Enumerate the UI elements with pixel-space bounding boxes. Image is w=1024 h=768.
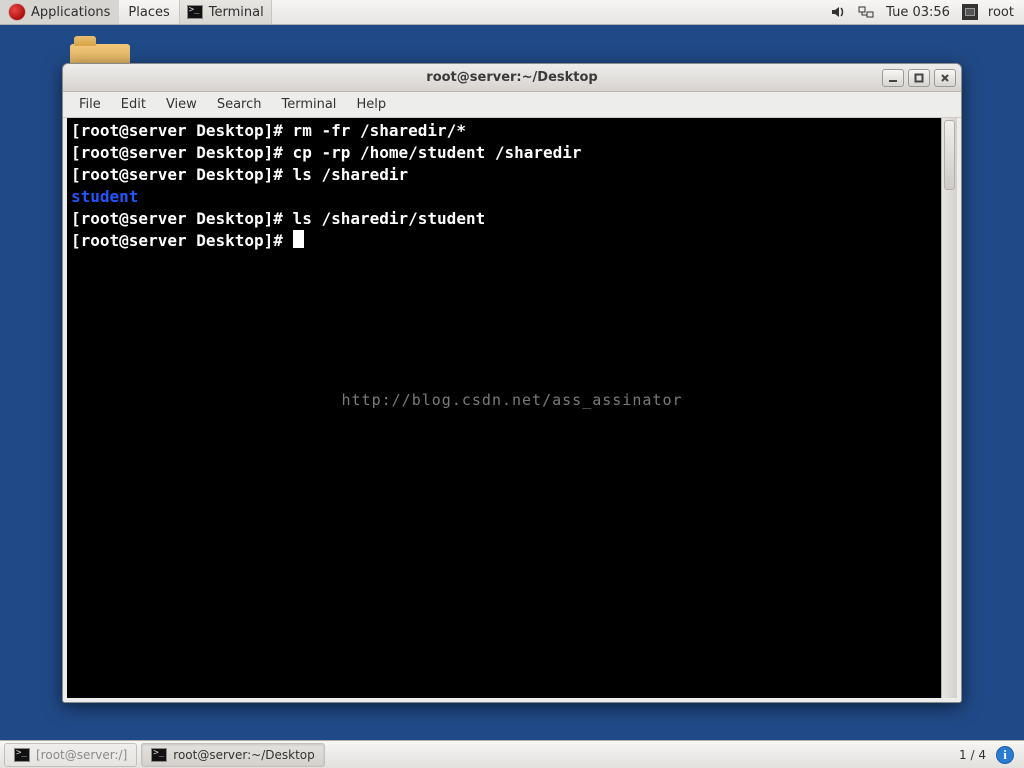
info-icon[interactable]: i bbox=[996, 746, 1014, 764]
menu-file[interactable]: File bbox=[69, 94, 111, 115]
applications-label: Applications bbox=[31, 5, 110, 20]
window-controls bbox=[882, 69, 961, 87]
scroll-thumb[interactable] bbox=[944, 120, 955, 190]
user-menu[interactable]: root bbox=[962, 4, 1014, 20]
applications-menu[interactable]: Applications bbox=[0, 0, 119, 24]
terminal-launcher-label: Terminal bbox=[209, 5, 264, 20]
menu-help[interactable]: Help bbox=[346, 94, 396, 115]
window-title: root@server:~/Desktop bbox=[63, 70, 961, 85]
titlebar[interactable]: root@server:~/Desktop bbox=[63, 64, 961, 92]
pager-text[interactable]: 1 / 4 bbox=[959, 748, 986, 762]
menu-terminal[interactable]: Terminal bbox=[271, 94, 346, 115]
menu-search[interactable]: Search bbox=[207, 94, 272, 115]
top-panel-left: Applications Places Terminal bbox=[0, 0, 272, 24]
places-label: Places bbox=[128, 5, 169, 20]
menubar: File Edit View Search Terminal Help bbox=[63, 92, 961, 118]
taskbar-item-2[interactable]: root@server:~/Desktop bbox=[141, 743, 324, 767]
terminal-output[interactable]: [root@server Desktop]# rm -fr /sharedir/… bbox=[67, 118, 941, 698]
fedora-icon bbox=[9, 4, 25, 20]
terminal-window: root@server:~/Desktop File Edit View Sea… bbox=[62, 63, 962, 703]
user-icon bbox=[962, 4, 978, 20]
user-label: root bbox=[988, 5, 1014, 20]
bottom-panel: [root@server:/] root@server:~/Desktop 1 … bbox=[0, 740, 1024, 768]
close-button[interactable] bbox=[934, 69, 956, 87]
terminal-icon bbox=[187, 5, 203, 19]
minimize-button[interactable] bbox=[882, 69, 904, 87]
volume-icon[interactable] bbox=[830, 4, 846, 20]
maximize-button[interactable] bbox=[908, 69, 930, 87]
top-panel: Applications Places Terminal Tue 03:56 r… bbox=[0, 0, 1024, 25]
scrollbar[interactable] bbox=[941, 118, 957, 698]
terminal-body: [root@server Desktop]# rm -fr /sharedir/… bbox=[63, 118, 961, 702]
terminal-icon bbox=[151, 748, 167, 762]
terminal-launcher[interactable]: Terminal bbox=[179, 0, 272, 24]
taskbar-item-1[interactable]: [root@server:/] bbox=[4, 743, 137, 767]
menu-view[interactable]: View bbox=[156, 94, 207, 115]
terminal-icon bbox=[14, 748, 30, 762]
clock[interactable]: Tue 03:56 bbox=[886, 5, 950, 20]
places-menu[interactable]: Places bbox=[119, 0, 178, 24]
taskbar-item-2-label: root@server:~/Desktop bbox=[173, 748, 314, 762]
taskbar-item-1-label: [root@server:/] bbox=[36, 748, 127, 762]
workspace-pager: 1 / 4 i bbox=[949, 746, 1024, 764]
menu-edit[interactable]: Edit bbox=[111, 94, 156, 115]
top-panel-right: Tue 03:56 root bbox=[830, 4, 1024, 20]
network-icon[interactable] bbox=[858, 4, 874, 20]
